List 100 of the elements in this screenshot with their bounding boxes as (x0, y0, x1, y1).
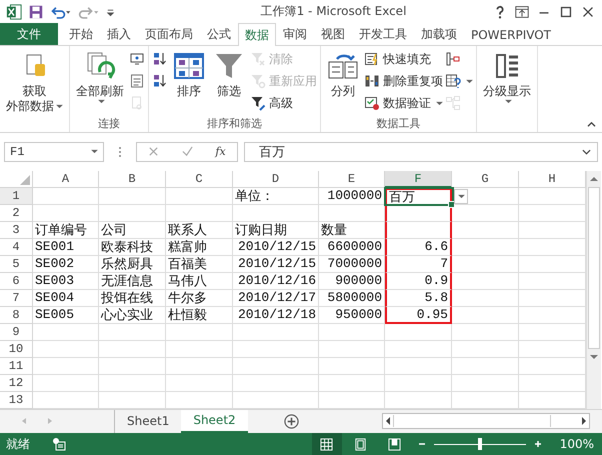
empty-cell (33, 324, 99, 341)
column-header[interactable]: A (33, 170, 99, 188)
table-cell: 杜恒毅 (166, 306, 233, 324)
row-header[interactable]: 3 (0, 222, 33, 239)
table-cell: 7000000 (319, 256, 385, 273)
table-cell: 1000000 (319, 188, 385, 205)
file-tab[interactable]: 文件 (0, 23, 58, 45)
column-header[interactable]: C (166, 170, 233, 188)
empty-cell (33, 374, 99, 392)
ribbon-tab[interactable]: 页面布局 (138, 23, 200, 45)
row-header[interactable]: 6 (0, 272, 33, 290)
table-cell: 联系人 (166, 222, 233, 239)
collapse-ribbon-icon[interactable] (587, 121, 596, 128)
table-cell: 2010/12/17 (233, 290, 319, 307)
empty-cell (452, 238, 519, 256)
ribbon-tab[interactable]: 开发工具 (352, 23, 414, 45)
ribbon-tab[interactable]: 视图 (314, 23, 352, 45)
ribbon-button[interactable]: 筛选 (210, 48, 248, 116)
validation-icon (364, 95, 380, 112)
empty-cell (452, 374, 519, 392)
flash-fill-icon (364, 51, 380, 68)
table-cell: 6600000 (319, 238, 385, 256)
row-header[interactable]: 10 (0, 340, 33, 358)
sort-descending-icon (152, 73, 168, 90)
sheet-tab[interactable]: Sheet2 (181, 410, 248, 434)
zoom-in-icon[interactable] (534, 440, 542, 448)
empty-cell (166, 374, 233, 392)
zoom-level[interactable]: 100% (560, 437, 594, 452)
sheet-tab[interactable]: Sheet1 (115, 410, 182, 434)
table-cell: 无涯信息 (99, 272, 166, 290)
row-header[interactable]: 7 (0, 290, 33, 307)
macro-record-icon[interactable] (52, 437, 66, 452)
name-box[interactable]: F1 (4, 142, 104, 162)
table-cell: 2010/12/18 (233, 306, 319, 324)
ribbon-button[interactable]: 数据验证 (364, 94, 443, 113)
empty-cell (166, 204, 233, 222)
ribbon-tab[interactable]: 公式 (200, 23, 238, 45)
scroll-right-icon[interactable] (579, 416, 589, 426)
row-header[interactable]: 12 (0, 374, 33, 392)
row-header[interactable]: 5 (0, 256, 33, 273)
ribbon-button[interactable]: 快速填充 (364, 50, 443, 69)
column-header[interactable]: G (452, 170, 519, 188)
row-header[interactable]: 2 (0, 204, 33, 222)
empty-cell (452, 306, 519, 324)
row-header[interactable]: 9 (0, 324, 33, 341)
vertical-scrollbar[interactable] (586, 170, 601, 409)
monitor-icon (129, 51, 145, 68)
ribbon-tab[interactable]: 审阅 (276, 23, 314, 45)
column-header[interactable]: D (233, 170, 319, 188)
table-cell: 数量 (319, 222, 385, 239)
insert-function-button[interactable]: fx (215, 145, 226, 158)
empty-cell (166, 188, 233, 205)
formula-input[interactable]: 百万 (244, 142, 598, 162)
ribbon-button[interactable]: 分级显示 (480, 48, 534, 132)
table-cell: SE003 (33, 272, 99, 290)
ribbon-button[interactable]: 获取 外部数据 (3, 48, 66, 132)
ribbon-tab[interactable]: 数据 (238, 23, 276, 46)
splitter-icon[interactable] (118, 146, 122, 158)
remove-duplicates-icon (364, 73, 380, 90)
row-header[interactable]: 8 (0, 306, 33, 324)
cell-dropdown-button[interactable] (454, 188, 468, 204)
table-cell: 5.8 (385, 290, 452, 307)
row-header[interactable]: 4 (0, 238, 33, 256)
empty-cell (319, 204, 385, 222)
table-cell: 2010/12/15 (233, 256, 319, 273)
icon-button[interactable] (445, 72, 473, 91)
scrollbar-thumb[interactable] (588, 186, 600, 349)
ribbon-tab[interactable]: 开始 (62, 23, 100, 45)
ribbon-button[interactable]: 删除重复项 (364, 72, 443, 91)
table-cell: 牛尔多 (166, 290, 233, 307)
table-cell: 马伟八 (166, 272, 233, 290)
ribbon-button[interactable]: 排序 (170, 48, 208, 116)
view-button[interactable] (312, 433, 342, 455)
excel-logo-icon[interactable] (6, 4, 22, 20)
scrollbar-thumb[interactable] (393, 415, 551, 428)
check-icon[interactable] (182, 146, 193, 158)
empty-cell (452, 290, 519, 307)
empty-cell (99, 340, 166, 358)
horizontal-scrollbar[interactable] (382, 413, 590, 430)
ribbon-display-icon[interactable] (514, 4, 530, 20)
table-cell: 乐然厨具 (99, 256, 166, 273)
ribbon-button[interactable]: 高级 (250, 94, 317, 113)
empty-cell (33, 204, 99, 222)
save-icon[interactable] (28, 4, 44, 20)
ribbon-button[interactable]: 分列 (324, 48, 362, 116)
ribbon-tab[interactable]: POWERPIVOT (464, 23, 558, 45)
add-sheet-icon[interactable] (284, 414, 299, 429)
expand-icon[interactable] (582, 148, 591, 155)
sort-ascending-icon (152, 51, 168, 68)
ribbon-tab[interactable]: 插入 (100, 23, 138, 45)
row-header[interactable]: 11 (0, 358, 33, 375)
ribbon-tab[interactable]: 加载项 (414, 23, 464, 45)
ribbon-button[interactable]: 全部刷新 (73, 48, 127, 116)
row-header[interactable]: 1 (0, 188, 33, 205)
empty-cell (166, 324, 233, 341)
column-header[interactable]: F (385, 170, 452, 188)
empty-cell (452, 222, 519, 239)
column-header[interactable]: B (99, 170, 166, 188)
empty-cell (385, 358, 452, 375)
zoom-slider-thumb[interactable] (478, 438, 482, 450)
